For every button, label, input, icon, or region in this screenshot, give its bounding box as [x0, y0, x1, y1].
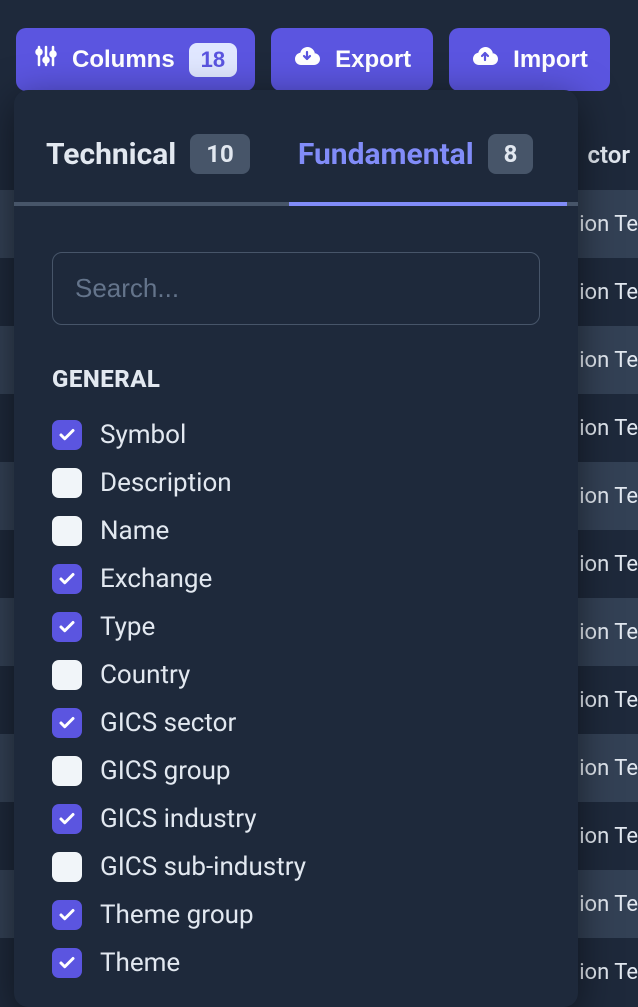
sliders-icon: [34, 44, 58, 75]
checkbox[interactable]: [52, 468, 82, 498]
column-option-gics-sector[interactable]: GICS sector: [52, 699, 540, 747]
dropdown-tabs: Technical 10 Fundamental 8: [14, 90, 578, 206]
checkbox[interactable]: [52, 708, 82, 738]
tab-count-badge: 10: [190, 134, 250, 174]
column-option-gics-group[interactable]: GICS group: [52, 747, 540, 795]
column-option-gics-industry[interactable]: GICS industry: [52, 795, 540, 843]
checkbox-label: Exchange: [100, 564, 212, 594]
column-option-name[interactable]: Name: [52, 507, 540, 555]
section-general: GENERAL Symbol Description Name Exchange Typ…: [14, 325, 578, 987]
import-button[interactable]: Import: [449, 28, 610, 91]
checkbox[interactable]: [52, 756, 82, 786]
checkbox-label: GICS group: [100, 756, 231, 786]
checkbox-label: Country: [100, 660, 190, 690]
checkbox[interactable]: [52, 612, 82, 642]
cloud-upload-icon: [471, 44, 499, 75]
tab-count-badge: 8: [488, 134, 534, 174]
checkbox[interactable]: [52, 660, 82, 690]
columns-dropdown: Technical 10 Fundamental 8 GENERAL Symbol De…: [14, 90, 578, 1007]
columns-count-badge: 18: [189, 43, 237, 77]
column-option-country[interactable]: Country: [52, 651, 540, 699]
export-button[interactable]: Export: [271, 28, 433, 91]
checkbox[interactable]: [52, 852, 82, 882]
checkbox-label: Symbol: [100, 420, 186, 450]
cloud-download-icon: [293, 44, 321, 75]
checkbox[interactable]: [52, 516, 82, 546]
active-tab-indicator: [289, 202, 567, 206]
tab-technical[interactable]: Technical 10: [46, 134, 250, 202]
column-option-theme[interactable]: Theme: [52, 939, 540, 987]
checkbox[interactable]: [52, 564, 82, 594]
column-option-type[interactable]: Type: [52, 603, 540, 651]
section-title: GENERAL: [52, 365, 540, 393]
checkbox-label: Description: [100, 468, 232, 498]
tab-label: Fundamental: [298, 137, 474, 172]
checkbox-label: Type: [100, 612, 155, 642]
checkbox-label: GICS industry: [100, 804, 257, 834]
checkbox-label: GICS sub-industry: [100, 852, 306, 882]
columns-label: Columns: [72, 46, 175, 74]
column-option-theme-group[interactable]: Theme group: [52, 891, 540, 939]
column-option-gics-sub-industry[interactable]: GICS sub-industry: [52, 843, 540, 891]
checkbox[interactable]: [52, 900, 82, 930]
checkbox[interactable]: [52, 948, 82, 978]
import-label: Import: [513, 46, 588, 74]
checkbox-label: GICS sector: [100, 708, 236, 738]
column-option-description[interactable]: Description: [52, 459, 540, 507]
column-option-symbol[interactable]: Symbol: [52, 411, 540, 459]
checkbox-label: Name: [100, 516, 169, 546]
checkbox-label: Theme group: [100, 900, 254, 930]
checkbox[interactable]: [52, 420, 82, 450]
tab-fundamental[interactable]: Fundamental 8: [298, 134, 534, 202]
checkbox-label: Theme: [100, 948, 180, 978]
checkbox[interactable]: [52, 804, 82, 834]
column-search-input[interactable]: [52, 252, 540, 325]
export-label: Export: [335, 46, 411, 74]
column-option-exchange[interactable]: Exchange: [52, 555, 540, 603]
columns-button[interactable]: Columns 18: [16, 28, 255, 91]
tab-label: Technical: [46, 137, 176, 172]
